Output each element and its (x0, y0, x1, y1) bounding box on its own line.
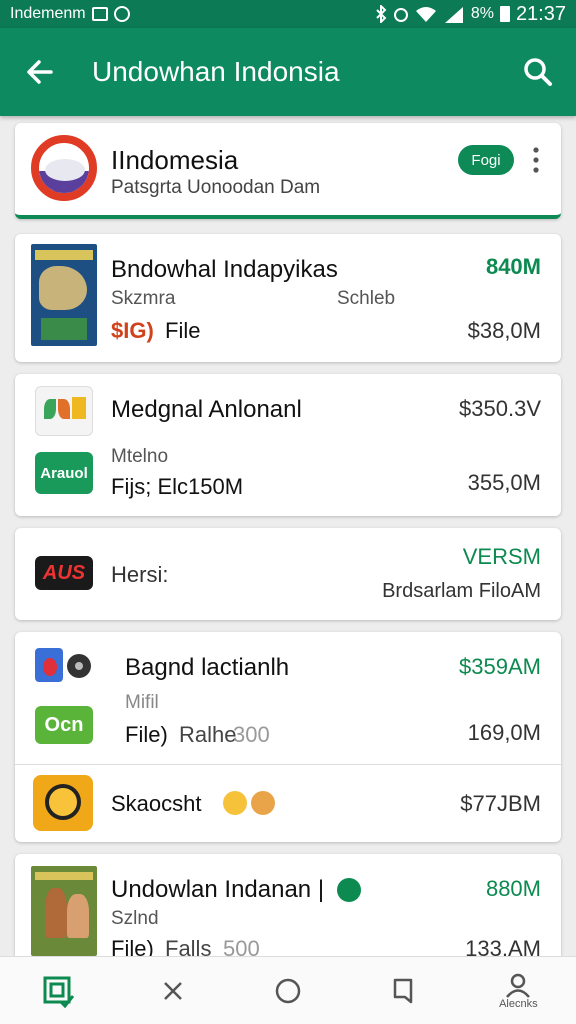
bluetooth-icon (376, 5, 387, 23)
status-bar: Indemenm 8% 21:37 (0, 0, 576, 28)
header-title: IIndomesia (111, 145, 239, 175)
back-button[interactable] (0, 28, 80, 116)
app-logo: AUS (35, 556, 93, 590)
twitter-notification-icon (113, 6, 130, 22)
item-version: VERSM (462, 544, 541, 569)
item-title: Medgnal Anlonanl (111, 396, 302, 423)
item-file-label: File (165, 318, 201, 343)
item-title: Bagnd lactianlh (125, 654, 290, 681)
item-title: Skaocsht (111, 791, 202, 816)
nav-profile-label: Alecnks (499, 997, 538, 1010)
item-subtitle: Mtelno (111, 446, 169, 467)
item-subtitle: Mifil (125, 692, 159, 713)
image-notification-icon (91, 7, 108, 21)
item-size: $77JBM (460, 791, 541, 816)
library-check-icon (43, 976, 74, 1008)
list-item-group: Ocn Bagnd lactianlh Mifil File) Ralhe 30… (15, 632, 561, 842)
list-item[interactable]: Undowlan Indanan | Szlnd File) Falls 500… (15, 854, 561, 961)
item-size: 880M (485, 876, 541, 901)
item-size: $359AM (459, 654, 541, 679)
nav-library[interactable] (18, 957, 98, 1024)
close-icon (163, 981, 182, 1000)
app-logo (31, 135, 97, 201)
app-logo (33, 775, 93, 831)
item-file-info: Fijs; Elc150M (111, 474, 244, 499)
header-action-button[interactable]: Fogi (458, 145, 514, 175)
emoji-clock-icon (251, 791, 275, 815)
app-icon-secondary (67, 654, 91, 678)
item-label: Hersi: (111, 562, 169, 587)
app-thumbnail (35, 386, 93, 436)
item-size-secondary: 169,0M (467, 720, 541, 745)
app-bar: Undowhan Indonsia (0, 28, 576, 116)
header-card[interactable]: IIndomesia Patsgrta Uonoodan Dam Fogi (15, 123, 561, 219)
item-size-secondary: $38,0M (467, 318, 541, 343)
emoji-face-icon (223, 791, 247, 815)
nav-home[interactable] (248, 957, 328, 1024)
bookmark-icon (393, 978, 413, 1003)
list-item[interactable]: Skaocsht $77JBM (15, 765, 561, 842)
verified-icon (337, 878, 361, 902)
item-meta-secondary: 300 (233, 722, 270, 747)
carrier-label: Indemenm (10, 5, 86, 22)
list-item[interactable]: Arauol Medgnal Anlonanl Mtelno Fijs; Elc… (15, 374, 561, 516)
nav-close[interactable] (133, 957, 213, 1024)
item-file-info: Brdsarlam FiloAM (382, 580, 541, 602)
item-meta: Schleb (337, 288, 396, 309)
signal-icon (444, 7, 463, 23)
item-title: Bndowhal Indapyikas (111, 256, 338, 283)
search-icon (524, 58, 552, 86)
search-button[interactable] (500, 28, 576, 116)
battery-percent: 8% (470, 5, 494, 22)
clock: 21:37 (515, 2, 566, 25)
item-title: Undowlan Indanan | (111, 876, 325, 903)
battery-icon (499, 6, 510, 22)
item-subtitle: Szlnd (111, 908, 159, 929)
app-logo: Ocn (35, 706, 93, 744)
circle-icon (275, 978, 301, 1003)
more-vert-icon[interactable] (531, 146, 541, 174)
item-price: $IG) (111, 318, 154, 343)
profile-icon (506, 973, 531, 998)
app-logo: Arauol (35, 452, 93, 494)
book-cover-thumbnail (31, 244, 97, 346)
nav-bookmark[interactable] (363, 957, 443, 1024)
page-title: Undowhan Indonsia (92, 56, 340, 87)
item-subtitle: Skzmra (111, 288, 176, 309)
item-meta: Ralhe (179, 722, 237, 747)
item-size: 840M (485, 254, 541, 279)
app-icon (35, 648, 63, 682)
list-item[interactable]: AUS Hersi: VERSM Brdsarlam FiloAM (15, 528, 561, 620)
book-cover-thumbnail (31, 866, 97, 956)
list-item[interactable]: Bndowhal Indapyikas Skzmra Schleb $IG) F… (15, 234, 561, 362)
list-item[interactable]: Ocn Bagnd lactianlh Mifil File) Ralhe 30… (15, 632, 561, 764)
alarm-icon (393, 8, 408, 22)
arrow-back-icon (27, 60, 53, 84)
item-file-label: File) (125, 722, 168, 747)
wifi-icon (415, 7, 436, 22)
bottom-navigation: Alecnks (0, 956, 576, 1024)
nav-profile[interactable]: Alecnks (478, 957, 558, 1024)
item-size: $350.3V (459, 396, 541, 421)
item-size-secondary: 355,0M (467, 470, 541, 495)
header-subtitle: Patsgrta Uonoodan Dam (111, 177, 321, 198)
